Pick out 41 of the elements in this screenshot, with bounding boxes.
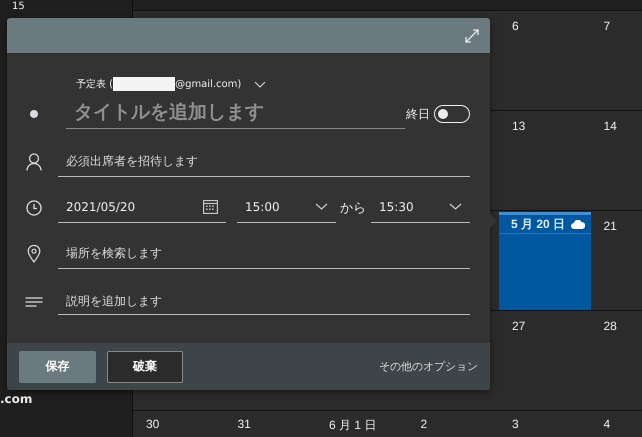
end-time-dropdown[interactable]: 15:30 [371, 193, 470, 223]
day-label: 2 [420, 417, 428, 431]
location-field[interactable]: 場所を検索します [58, 239, 470, 269]
day-label: 6 月 1 日 [329, 417, 376, 434]
calendar-label: @gmail.com) [175, 78, 242, 90]
day-label: 21 [604, 219, 617, 233]
sidebar-text: .com [0, 392, 32, 406]
chevron-down-icon [449, 203, 462, 210]
redaction-bar [113, 77, 176, 91]
dot-icon [30, 110, 38, 118]
chevron-down-icon [254, 80, 266, 88]
discard-button[interactable]: 破棄 [107, 350, 183, 382]
expand-icon[interactable] [464, 28, 480, 44]
day-label: 4 [604, 417, 610, 431]
separator-label: から [340, 200, 366, 217]
sidebar-text: 15 [12, 1, 25, 12]
title-field[interactable]: タイトルを追加します [66, 99, 405, 129]
day-label: 14 [604, 119, 617, 133]
date-field[interactable]: 2021/05/20 [58, 193, 226, 223]
calendar-icon [203, 199, 218, 214]
description-field[interactable]: 説明を追加します [58, 289, 470, 315]
day-label: 6 [512, 19, 519, 33]
day-label: 3 [512, 417, 519, 431]
day-label: 31 [238, 417, 251, 431]
chevron-down-icon [315, 203, 328, 210]
start-time-dropdown[interactable]: 15:00 [237, 193, 336, 223]
day-label: 27 [512, 319, 526, 333]
day-label: 30 [146, 417, 160, 431]
all-day-label: 終日 [406, 106, 430, 122]
day-label: 13 [512, 119, 526, 133]
attendees-field[interactable]: 必須出席者を招待します [58, 147, 470, 177]
calendar-selector[interactable]: 予定表 ( @gmail.com) [76, 77, 266, 91]
selected-day-cell[interactable]: 5 月 20 日 [499, 212, 590, 310]
save-button[interactable]: 保存 [19, 350, 96, 382]
all-day-toggle[interactable] [434, 105, 470, 123]
day-label: 7 [604, 19, 610, 33]
day-label: 28 [604, 319, 617, 333]
cloud-icon [571, 220, 586, 228]
calendar-label: 予定表 ( [76, 78, 114, 91]
day-label: 5 月 20 日 [511, 216, 566, 232]
more-options-link[interactable]: その他のオプション [379, 359, 478, 374]
